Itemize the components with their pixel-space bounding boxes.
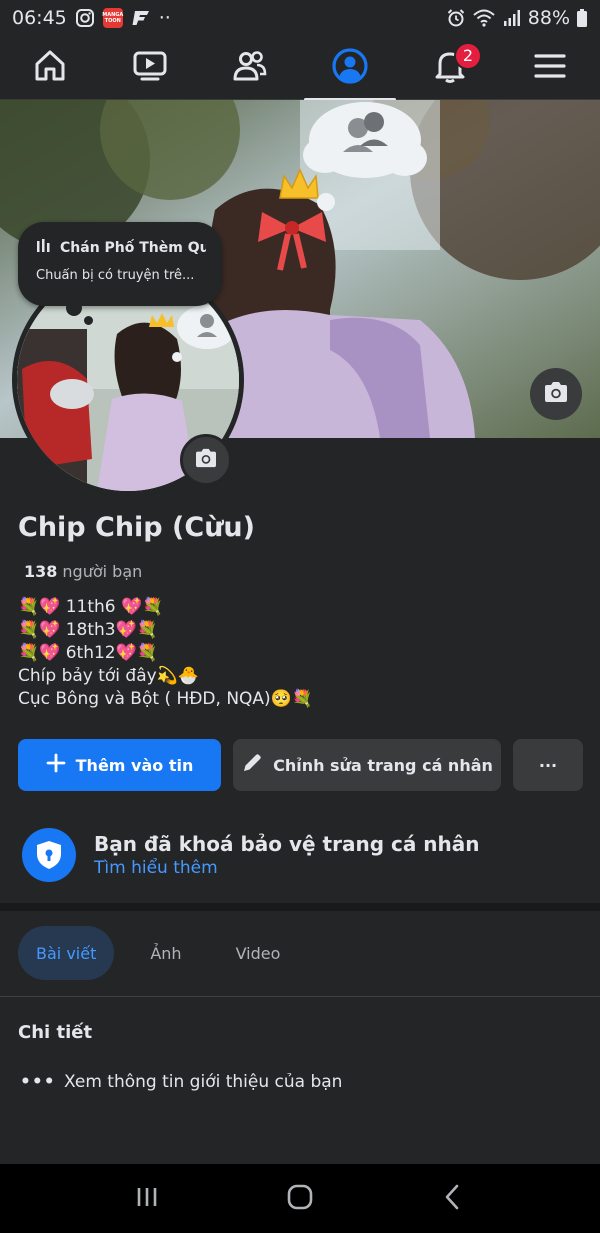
video-icon bbox=[132, 48, 168, 88]
notification-count-badge: 2 bbox=[454, 41, 482, 70]
edit-avatar-camera-button[interactable] bbox=[180, 434, 232, 486]
note-title: Chán Phố Thèm Qu... bbox=[60, 240, 206, 256]
profile-icon bbox=[331, 47, 369, 89]
back-icon[interactable] bbox=[439, 1183, 467, 1215]
wifi-icon bbox=[472, 8, 496, 28]
battery-percent: 88% bbox=[527, 7, 570, 29]
tab-posts[interactable]: Bài viết bbox=[18, 926, 115, 980]
mangatoon-icon: MANGA TOON bbox=[102, 8, 123, 28]
instagram-icon bbox=[75, 8, 95, 28]
top-navigation-bar: 2 bbox=[0, 36, 600, 101]
home-icon bbox=[32, 48, 68, 88]
signal-icon bbox=[502, 8, 522, 28]
bio-line: 💐💖 11th6 💖💐 bbox=[18, 597, 164, 617]
battery-icon bbox=[576, 8, 588, 28]
friends-icon bbox=[232, 48, 268, 88]
profile-lock-title: Bạn đã khoá bảo vệ trang cá nhân bbox=[94, 832, 480, 856]
friends-count: 138 bbox=[24, 562, 58, 581]
edit-profile-label: Chỉnh sửa trang cá nhân bbox=[273, 755, 493, 775]
profile-bio: 💐💖 11th6 💖💐 💐💖 18th3💖💐 💐💖 6th12💖💐 Chíp b… bbox=[18, 596, 313, 711]
status-time: 06:45 bbox=[12, 7, 67, 29]
nav-notifications[interactable]: 2 bbox=[410, 36, 490, 100]
edit-profile-button[interactable]: Chỉnh sửa trang cá nhân bbox=[233, 739, 501, 791]
alarm-icon bbox=[446, 8, 466, 28]
friends-label: người bạn bbox=[62, 562, 143, 581]
android-navigation-bar bbox=[0, 1164, 600, 1233]
learn-more-link[interactable]: Tìm hiểu thêm bbox=[94, 858, 480, 878]
shield-lock-icon bbox=[22, 828, 76, 882]
note-subtitle: Chuẩn bị có truyện trê... bbox=[36, 268, 195, 283]
camera-icon bbox=[194, 448, 218, 472]
more-dots-icon: ··· bbox=[538, 755, 558, 775]
hamburger-menu-icon bbox=[532, 48, 568, 88]
bio-line: Chíp bảy tới đây💫🐣 bbox=[18, 666, 200, 686]
nav-profile[interactable] bbox=[304, 36, 396, 101]
nav-watch[interactable] bbox=[110, 36, 190, 100]
more-options-button[interactable]: ··· bbox=[513, 739, 583, 791]
camera-icon bbox=[543, 381, 569, 407]
tab-videos[interactable]: Video bbox=[218, 926, 299, 980]
app-f-icon bbox=[131, 8, 151, 28]
profile-note-bubble[interactable]: Chán Phố Thèm Qu... Chuẩn bị có truyện t… bbox=[18, 222, 222, 306]
status-bar: 06:45 MANGA TOON ·· 88% bbox=[0, 0, 600, 36]
add-to-story-button[interactable]: Thêm vào tin bbox=[18, 739, 221, 791]
profile-lock-notice: Bạn đã khoá bảo vệ trang cá nhân Tìm hiể… bbox=[22, 823, 582, 887]
home-button-icon[interactable] bbox=[286, 1183, 314, 1215]
see-intro-link[interactable]: ••• Xem thông tin giới thiệu của bạn bbox=[20, 1072, 342, 1092]
pencil-icon bbox=[241, 752, 263, 778]
section-divider bbox=[0, 903, 600, 911]
tabs-divider bbox=[0, 996, 600, 997]
more-dots-icon: ••• bbox=[20, 1072, 56, 1092]
nav-friends[interactable] bbox=[210, 36, 290, 100]
details-title: Chi tiết bbox=[18, 1022, 93, 1043]
note-bubble-tail bbox=[66, 300, 82, 316]
bio-line: 💐💖 18th3💖💐 bbox=[18, 620, 158, 640]
friends-count-link[interactable]: 138 người bạn bbox=[24, 562, 142, 581]
tab-photos[interactable]: Ảnh bbox=[132, 926, 199, 980]
nav-home[interactable] bbox=[10, 36, 90, 100]
see-intro-label: Xem thông tin giới thiệu của bạn bbox=[64, 1072, 343, 1092]
nav-menu[interactable] bbox=[510, 36, 590, 100]
plus-icon bbox=[46, 753, 66, 777]
edit-cover-camera-button[interactable] bbox=[530, 368, 582, 420]
bio-line: 💐💖 6th12💖💐 bbox=[18, 643, 158, 663]
note-bubble-tail-dot bbox=[84, 316, 93, 325]
recent-apps-icon[interactable] bbox=[133, 1183, 161, 1215]
music-bars-icon bbox=[36, 238, 52, 258]
add-to-story-label: Thêm vào tin bbox=[75, 755, 194, 775]
profile-tabs: Bài viết Ảnh Video bbox=[18, 926, 298, 980]
bio-line: Cục Bông và Bột ( HĐD, NQA)🥺💐 bbox=[18, 689, 314, 709]
status-overflow-icon: ·· bbox=[158, 7, 171, 29]
profile-name: Chip Chip (Cừu) bbox=[18, 512, 255, 543]
